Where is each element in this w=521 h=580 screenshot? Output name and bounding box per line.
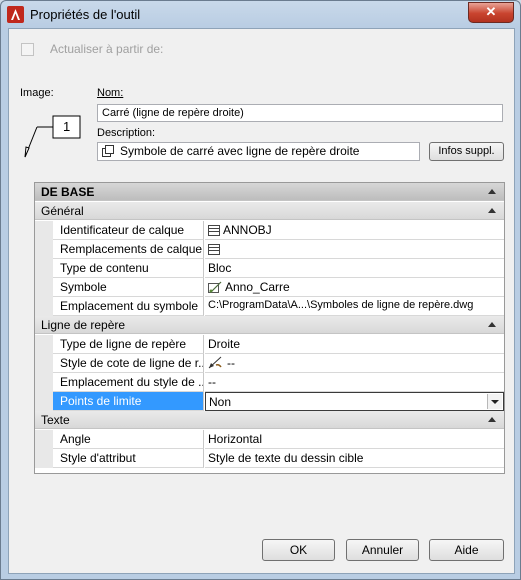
property-name: Style de cote de ligne de r... [53,354,204,373]
ok-button[interactable]: OK [262,539,335,561]
dimstyle-icon [208,356,222,369]
block-icon [208,281,222,293]
property-row-symbol[interactable]: Symbole Anno_Carre [35,278,504,297]
grid-header-label: DE BASE [41,185,95,199]
property-value[interactable]: ANNOBJ [205,221,504,240]
property-value[interactable]: -- [205,373,504,392]
property-row-limit-points[interactable]: Points de limite Non [35,392,504,411]
section-leader[interactable]: Ligne de repère [35,316,504,334]
property-row-symbol-location[interactable]: Emplacement du symbole C:\ProgramData\A.… [35,297,504,316]
property-name: Symbole [53,278,204,297]
leader-symbol-icon [24,115,81,158]
properties-grid: DE BASE Général Identificateur de calque… [34,182,505,474]
update-from-label: Actualiser à partir de: [50,42,164,56]
collapse-icon[interactable] [488,322,496,327]
more-info-button[interactable]: Infos suppl. [429,142,504,161]
property-name: Style d'attribut [53,449,204,468]
property-name: Emplacement du style de ... [53,373,204,392]
property-row-leader-dimstyle[interactable]: Style de cote de ligne de r... -- [35,354,504,373]
property-value[interactable]: C:\ProgramData\A...\Symboles de ligne de… [205,297,504,316]
description-icon [102,145,114,157]
name-input[interactable]: Carré (ligne de repère droite) [97,104,503,122]
property-name: Angle [53,430,204,449]
section-text[interactable]: Texte [35,411,504,429]
property-name: Type de contenu [53,259,204,278]
property-row-layer-id[interactable]: Identificateur de calque ANNOBJ [35,221,504,240]
collapse-icon[interactable] [488,189,496,194]
property-name: Type de ligne de repère [53,335,204,354]
help-button[interactable]: Aide [429,539,504,561]
section-leader-title: Ligne de repère [41,318,126,332]
description-input[interactable]: Symbole de carré avec ligne de repère dr… [97,142,420,161]
preview-number: 1 [63,119,71,134]
limit-points-dropdown[interactable]: Non [205,392,504,411]
collapse-icon[interactable] [488,208,496,213]
section-text-title: Texte [41,413,70,427]
property-name: Emplacement du symbole [53,297,204,316]
property-row-attribute-style[interactable]: Style d'attribut Style de texte du dessi… [35,449,504,468]
name-label: Nom: [97,87,124,99]
image-label: Image: [20,87,54,99]
property-row-angle[interactable]: Angle Horizontal [35,430,504,449]
section-general[interactable]: Général [35,202,504,220]
window-title: Propriétés de l'outil [30,7,141,22]
cancel-button[interactable]: Annuler [346,539,419,561]
property-name: Remplacements de calque [53,240,204,259]
property-value[interactable]: Bloc [205,259,504,278]
description-value: Symbole de carré avec ligne de repère dr… [120,144,360,158]
property-row-content-type[interactable]: Type de contenu Bloc [35,259,504,278]
title-bar: Propriétés de l'outil ✕ [1,1,520,28]
property-value[interactable]: -- [205,354,504,373]
property-value[interactable]: Anno_Carre [205,278,504,297]
property-value[interactable]: Horizontal [205,430,504,449]
layer-icon [208,225,220,236]
section-general-title: Général [41,204,84,218]
close-button[interactable]: ✕ [468,2,514,23]
autocad-app-icon [7,6,24,23]
collapse-icon[interactable] [488,417,496,422]
property-value[interactable] [205,240,504,259]
tool-image-preview: 1 [23,115,85,161]
property-row-leader-type[interactable]: Type de ligne de repère Droite [35,335,504,354]
layer-icon [208,244,220,255]
property-name: Points de limite [53,392,204,411]
property-row-leader-style-location[interactable]: Emplacement du style de ... -- [35,373,504,392]
update-from-checkbox[interactable] [21,43,34,56]
grid-header-basic[interactable]: DE BASE [35,183,504,201]
tool-properties-dialog: Propriétés de l'outil ✕ Actualiser à par… [0,0,521,580]
property-value[interactable]: Style de texte du dessin cible [205,449,504,468]
property-value[interactable]: Droite [205,335,504,354]
chevron-down-icon[interactable] [487,394,502,409]
description-label: Description: [97,127,156,139]
property-row-layer-overrides[interactable]: Remplacements de calque [35,240,504,259]
property-name: Identificateur de calque [53,221,204,240]
